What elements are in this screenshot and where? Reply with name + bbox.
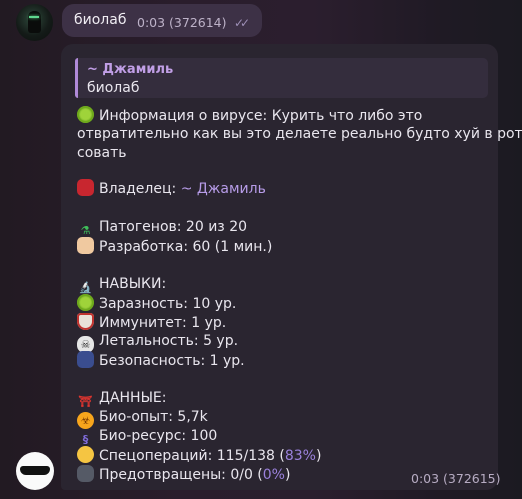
bio-resource-text: Био-ресурс: 100	[99, 428, 218, 444]
bio-experience-line: ☣ Био-опыт: 5,7k	[77, 408, 208, 429]
owner-line: Владелец: ~ Джамиль	[77, 179, 266, 199]
scientist-icon	[77, 237, 94, 254]
virus-info-text-2: отвратительно как вы это делаете реально…	[77, 126, 522, 142]
special-ops-line: Спецопераций: 115/138 (83%)	[77, 446, 321, 466]
microbe-icon	[77, 294, 94, 311]
virus-info-text-3: совать	[77, 145, 127, 161]
skills-header-line: 🔬 НАВЫКИ:	[77, 275, 167, 296]
special-ops-percent: 83%	[284, 448, 316, 464]
microbe-icon	[77, 106, 94, 123]
reply-quote[interactable]: ~ Джамиль биолаб	[75, 58, 488, 98]
owner-label: Владелец:	[99, 181, 177, 197]
contagiousness-text: Заразность: 10 ур.	[99, 296, 237, 312]
owner-link[interactable]: ~ Джамиль	[181, 181, 266, 197]
police-officer-icon	[77, 351, 94, 368]
quote-author[interactable]: ~ Джамиль	[87, 62, 173, 77]
immunity-line: Иммунитет: 1 ур.	[77, 313, 226, 333]
special-ops-text: Спецопераций: 115/138 (	[99, 448, 285, 464]
skills-header: НАВЫКИ:	[99, 276, 167, 292]
bio-experience-text: Био-опыт: 5,7k	[99, 409, 208, 425]
pathogens-text: Патогенов: 20 из 20	[99, 219, 248, 235]
virus-info-text-1: Информация о вирусе: Курить что либо это	[99, 108, 423, 124]
prevented-percent: 0%	[262, 467, 285, 483]
data-header: ДАННЫЕ:	[99, 390, 167, 406]
lethality-text: Летальность: 5 ур.	[99, 333, 239, 349]
contagiousness-line: Заразность: 10 ур.	[77, 294, 236, 314]
goggles-icon	[77, 465, 94, 482]
shield-icon	[77, 313, 94, 330]
development-text: Разработка: 60 (1 мин.)	[99, 239, 273, 255]
lethality-line: ☠ Летальность: 5 ур.	[77, 332, 238, 353]
pathogens-line: ⚗ Патогенов: 20 из 20	[77, 218, 247, 239]
prevented-close: )	[284, 467, 291, 483]
development-line: Разработка: 60 (1 мин.)	[77, 237, 272, 257]
reply-message-time: 0:03 (372615)	[411, 471, 501, 486]
avatar-logo	[20, 466, 50, 475]
prevented-line: Предотвращены: 0/0 (0%)	[77, 465, 290, 485]
data-header-line: ⛩ ДАННЫЕ:	[77, 389, 167, 410]
virus-info-line: отвратительно как вы это делаете реально…	[77, 125, 522, 144]
bio-resource-line: § Био-ресурс: 100	[77, 427, 218, 448]
virus-info-line: Информация о вирусе: Курить что либо это	[77, 106, 422, 126]
avatar-figure	[28, 11, 41, 33]
outgoing-message-bubble[interactable]: биолаб 0:03 (372614) ✓✓	[62, 4, 262, 37]
bot-reply-bubble[interactable]: ~ Джамиль биолаб Информация о вирусе: Ку…	[61, 44, 522, 490]
security-line: Безопасность: 1 ур.	[77, 351, 245, 371]
avatar-eyes	[29, 16, 39, 18]
immunity-text: Иммунитет: 1 ур.	[99, 315, 227, 331]
ogre-mask-icon	[77, 179, 94, 196]
sender-avatar[interactable]	[16, 4, 53, 41]
double-check-icon: ✓✓	[234, 16, 250, 30]
special-ops-close: )	[315, 448, 322, 464]
quote-text: биолаб	[87, 80, 140, 96]
prevented-text: Предотвращены: 0/0 (	[99, 467, 263, 483]
grimacing-face-icon	[77, 446, 94, 463]
security-text: Безопасность: 1 ур.	[99, 353, 245, 369]
outgoing-message-time: 0:03 (372614)	[137, 15, 227, 30]
bot-avatar[interactable]	[16, 452, 54, 490]
outgoing-message-text: биолаб	[74, 12, 127, 28]
virus-info-line: совать	[77, 144, 127, 163]
